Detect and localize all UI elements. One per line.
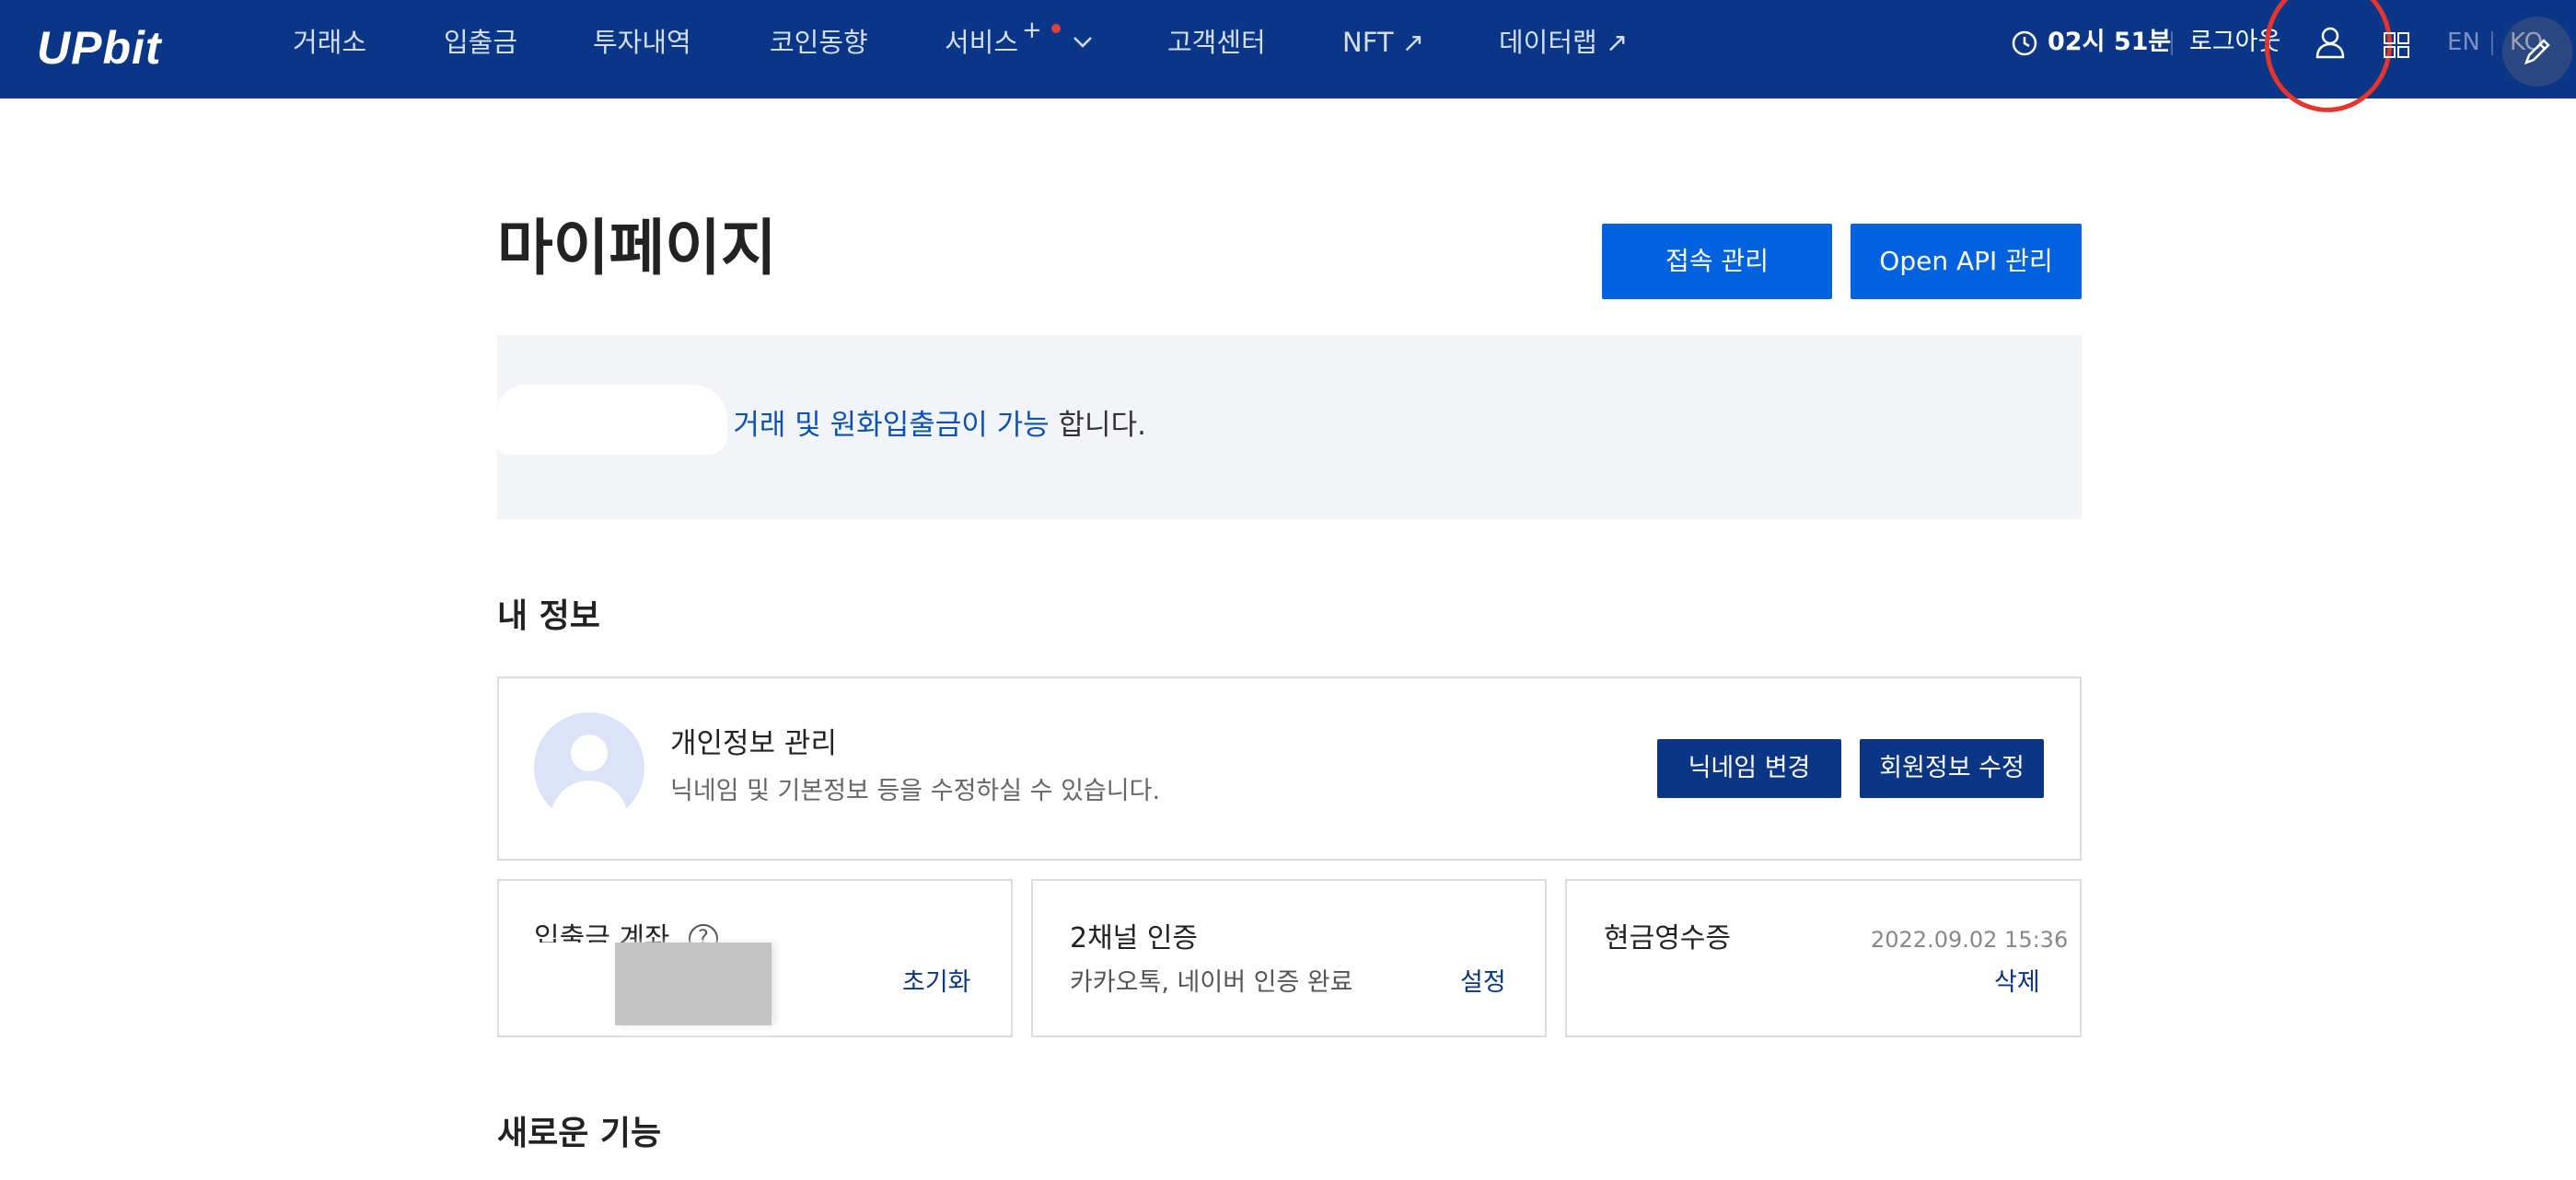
cash-receipt-date: 2022.09.02 15:36 <box>1871 927 2069 953</box>
page-title: 마이페이지 <box>497 213 777 283</box>
notice-suffix: 합니다. <box>1049 409 1146 442</box>
redaction-mask <box>497 385 727 455</box>
nav-deposit-withdraw[interactable]: 입출금 <box>444 24 517 61</box>
avatar <box>534 712 644 823</box>
nav-nft[interactable]: NFT ↗ <box>1342 24 1424 61</box>
divider <box>2171 31 2173 55</box>
notice-highlight: 거래 및 원화입출금이 가능 <box>733 409 1050 442</box>
nav-services[interactable]: 서비스 <box>945 24 1018 61</box>
divider <box>2491 31 2493 55</box>
edit-member-info-button[interactable]: 회원정보 수정 <box>1860 739 2044 798</box>
service-plus-mark: + <box>1022 17 1042 44</box>
nav-coin-trends[interactable]: 코인동향 <box>770 24 868 61</box>
two-factor-card <box>1031 879 1547 1037</box>
nav-datalab[interactable]: 데이터랩 ↗ <box>1499 24 1628 61</box>
grid-menu-icon[interactable] <box>2383 31 2410 59</box>
two-factor-settings-link[interactable]: 설정 <box>1460 966 1506 1000</box>
profile-card <box>497 677 2082 861</box>
nav-customer-center[interactable]: 고객센터 <box>1167 24 1266 61</box>
two-factor-status: 카카오톡, 네이버 인증 완료 <box>1070 968 1353 997</box>
chevron-down-icon[interactable] <box>1072 35 1094 50</box>
cash-receipt-title: 현금영수증 <box>1604 922 1731 954</box>
profile-subtitle: 닉네임 및 기본정보 등을 수정하실 수 있습니다. <box>670 777 1161 805</box>
edit-floating-button[interactable] <box>2502 17 2572 87</box>
change-nickname-button[interactable]: 닉네임 변경 <box>1657 739 1841 798</box>
session-timer: 02시 51분 <box>2048 28 2172 56</box>
new-badge-dot <box>1051 24 1061 33</box>
access-management-button[interactable]: 접속 관리 <box>1602 224 1832 299</box>
cash-receipt-card <box>1565 879 2082 1037</box>
reset-account-link[interactable]: 초기화 <box>902 966 971 1000</box>
two-factor-title: 2채널 인증 <box>1070 922 1199 954</box>
redaction-block <box>615 943 772 1025</box>
clock-icon <box>2012 30 2037 56</box>
profile-title: 개인정보 관리 <box>670 727 837 760</box>
upbit-logo[interactable]: UPbit <box>37 20 162 75</box>
pencil-icon <box>2524 39 2550 65</box>
language-en[interactable]: EN <box>2447 24 2480 61</box>
delete-receipt-link[interactable]: 삭제 <box>1994 966 2040 1000</box>
highlight-circle-annotation <box>2256 0 2401 121</box>
open-api-management-button[interactable]: Open API 관리 <box>1851 224 2082 299</box>
new-features-title: 새로운 기능 <box>497 1115 662 1152</box>
top-navigation-bar: UPbit 거래소 입출금 투자내역 코인동향 서비스 + 고객센터 NFT ↗… <box>0 0 2576 121</box>
nav-investment-history[interactable]: 투자내역 <box>593 24 691 61</box>
account-status-text: 은 거래 및 원화입출금이 가능 합니다. <box>698 407 1146 444</box>
nav-exchange[interactable]: 거래소 <box>293 24 366 61</box>
my-info-title: 내 정보 <box>497 597 600 635</box>
